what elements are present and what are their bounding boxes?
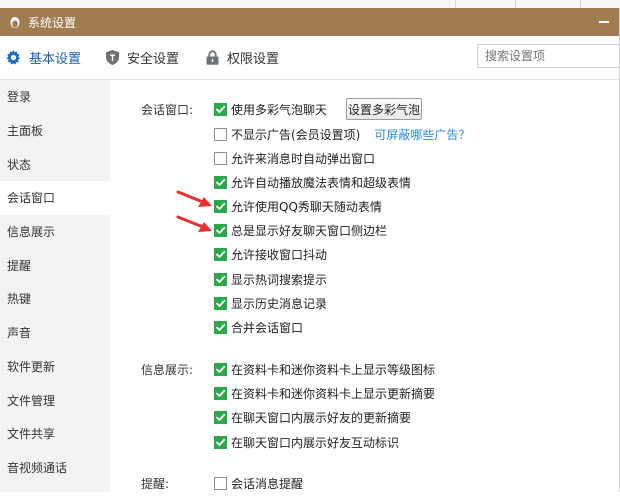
checkmark-icon xyxy=(216,323,226,331)
sidebar: 登录 主面板 状态 会话窗口 信息展示 提醒 热键 声音 软件更新 文件管理 文… xyxy=(0,80,110,492)
option-label: 会话消息提醒 xyxy=(231,476,304,491)
checkbox[interactable] xyxy=(214,435,227,449)
background-strip xyxy=(0,0,620,8)
checkbox[interactable] xyxy=(214,362,227,376)
checkbox[interactable] xyxy=(214,320,227,334)
option-label: 允许接收窗口抖动 xyxy=(231,247,328,262)
checkbox[interactable] xyxy=(214,127,227,141)
lock-icon xyxy=(206,50,219,65)
search-input[interactable] xyxy=(477,44,619,68)
option-label: 不显示广告(会员设置项) xyxy=(231,127,361,142)
sidebar-item-session-window[interactable]: 会话窗口 xyxy=(0,181,110,215)
checkbox[interactable] xyxy=(214,175,227,189)
checkmark-icon xyxy=(216,105,226,113)
option-label: 显示历史消息记录 xyxy=(231,296,328,311)
sidebar-item-login[interactable]: 登录 xyxy=(0,80,110,114)
checkmark-icon xyxy=(216,413,226,421)
option-level-icon[interactable]: 在资料卡和迷你资料卡上显示等级图标 xyxy=(214,360,435,378)
sidebar-item-sound[interactable]: 声音 xyxy=(0,316,110,350)
checkmark-icon xyxy=(216,389,226,397)
option-label: 显示热词搜索提示 xyxy=(231,272,328,287)
tab-label: 权限设置 xyxy=(227,52,280,67)
settings-window: 系统设置 基本设置 安全设置 权限设置 登录 主面板 xyxy=(0,8,620,492)
option-show-sidebar[interactable]: 总是显示好友聊天窗口侧边栏 xyxy=(214,221,387,239)
checkmark-icon xyxy=(216,299,226,307)
checkbox[interactable] xyxy=(214,151,227,165)
sidebar-item-hotkeys[interactable]: 热键 xyxy=(0,282,110,316)
gear-icon xyxy=(6,50,21,65)
section-label-session-window: 会话窗口: xyxy=(141,103,194,117)
option-interaction-mark[interactable]: 在聊天窗口内展示好友互动标识 xyxy=(214,433,399,451)
sidebar-item-file-management[interactable]: 文件管理 xyxy=(0,383,110,417)
option-chat-update-summary[interactable]: 在聊天窗口内展示好友的更新摘要 xyxy=(214,408,411,426)
option-colorful-bubble[interactable]: 使用多彩气泡聊天 xyxy=(214,100,327,118)
tab-label: 基本设置 xyxy=(29,52,82,67)
option-window-shake[interactable]: 允许接收窗口抖动 xyxy=(214,245,327,263)
checkbox[interactable] xyxy=(214,272,227,286)
section-label-reminder: 提醒: xyxy=(141,477,170,491)
checkbox[interactable] xyxy=(214,247,227,261)
checkmark-icon xyxy=(216,438,226,446)
tab-label: 安全设置 xyxy=(127,52,180,67)
option-label: 允许自动播放魔法表情和超级表情 xyxy=(231,175,412,190)
option-history[interactable]: 显示历史消息记录 xyxy=(214,294,327,312)
sidebar-item-reminder[interactable]: 提醒 xyxy=(0,248,110,282)
sidebar-item-info-display[interactable]: 信息展示 xyxy=(0,215,110,249)
option-label: 允许来消息时自动弹出窗口 xyxy=(231,151,376,166)
tab-security-settings[interactable]: 安全设置 xyxy=(106,36,179,80)
sidebar-item-status[interactable]: 状态 xyxy=(0,147,110,181)
option-label: 合并会话窗口 xyxy=(231,320,304,335)
option-qq-show-emoji[interactable]: 允许使用QQ秀聊天随动表情 xyxy=(214,197,382,215)
shield-icon xyxy=(106,50,119,65)
checkbox[interactable] xyxy=(214,102,227,116)
checkmark-icon xyxy=(216,250,226,258)
tab-permission-settings[interactable]: 权限设置 xyxy=(206,36,279,80)
window-title: 系统设置 xyxy=(28,15,77,30)
checkbox[interactable] xyxy=(214,296,227,310)
checkmark-icon xyxy=(216,202,226,210)
annotation-arrow-1 xyxy=(176,190,212,207)
section-label-info-display: 信息展示: xyxy=(141,363,194,377)
set-colorful-bubble-button[interactable]: 设置多彩气泡 xyxy=(346,98,422,120)
option-label: 总是显示好友聊天窗口侧边栏 xyxy=(231,223,388,238)
background-gridline xyxy=(515,0,516,8)
qq-penguin-icon xyxy=(8,15,22,29)
sidebar-item-main-panel[interactable]: 主面板 xyxy=(0,114,110,148)
background-gridline xyxy=(580,0,581,8)
checkbox[interactable] xyxy=(214,410,227,424)
option-session-reminder[interactable]: 会话消息提醒 xyxy=(214,474,303,492)
option-update-summary[interactable]: 在资料卡和迷你资料卡上显示更新摘要 xyxy=(214,384,435,402)
checkmark-icon xyxy=(216,275,226,283)
sidebar-item-av-call[interactable]: 音视频通话 xyxy=(0,451,110,485)
option-label: 使用多彩气泡聊天 xyxy=(231,102,328,117)
option-hot-search[interactable]: 显示热词搜索提示 xyxy=(214,270,327,288)
option-merge-windows[interactable]: 合并会话窗口 xyxy=(214,318,303,336)
checkbox[interactable] xyxy=(214,386,227,400)
option-label: 在资料卡和迷你资料卡上显示等级图标 xyxy=(231,362,436,377)
checkmark-icon xyxy=(216,226,226,234)
option-label: 允许使用QQ秀聊天随动表情 xyxy=(231,199,382,214)
checkmark-icon xyxy=(216,365,226,373)
minimize-button[interactable] xyxy=(589,8,619,36)
option-label: 在聊天窗口内展示好友的更新摘要 xyxy=(231,410,412,425)
option-hide-ads[interactable]: 不显示广告(会员设置项) 可屏蔽哪些广告？ xyxy=(214,125,470,143)
tab-bar: 基本设置 安全设置 权限设置 xyxy=(0,36,619,80)
ads-info-link[interactable]: 可屏蔽哪些广告？ xyxy=(374,126,470,143)
sidebar-item-software-update[interactable]: 软件更新 xyxy=(0,350,110,384)
option-label: 在聊天窗口内展示好友互动标识 xyxy=(231,435,400,450)
annotation-arrow-2 xyxy=(176,215,212,232)
checkmark-icon xyxy=(216,178,226,186)
option-auto-popup[interactable]: 允许来消息时自动弹出窗口 xyxy=(214,149,375,167)
tab-basic-settings[interactable]: 基本设置 xyxy=(6,36,81,80)
checkbox[interactable] xyxy=(214,476,227,490)
settings-content: 会话窗口: 使用多彩气泡聊天 设置多彩气泡 不显示广告(会员设置项) 可屏蔽哪些… xyxy=(110,80,619,492)
title-bar: 系统设置 xyxy=(0,8,619,36)
option-magic-emoji[interactable]: 允许自动播放魔法表情和超级表情 xyxy=(214,173,411,191)
option-label: 在资料卡和迷你资料卡上显示更新摘要 xyxy=(231,386,436,401)
background-gridline xyxy=(455,0,456,8)
sidebar-item-file-sharing[interactable]: 文件共享 xyxy=(0,417,110,451)
